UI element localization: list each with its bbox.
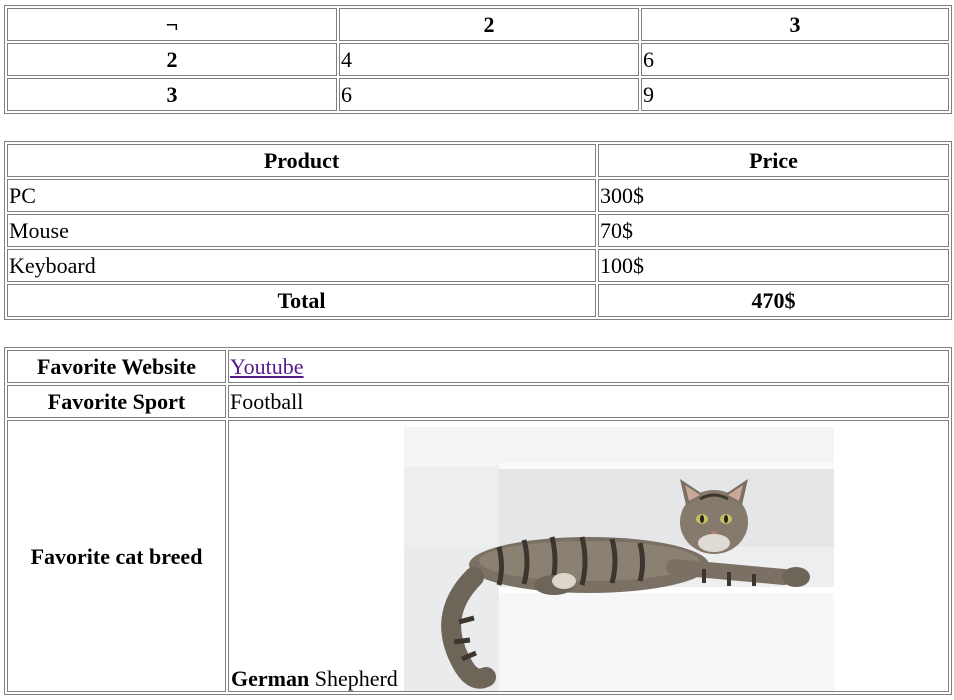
favorite-cat-cell: German Shepherd xyxy=(228,420,949,692)
total-label-cell: Total xyxy=(7,284,596,317)
row-header-cell: 3 xyxy=(7,78,337,111)
total-value-cell: 470$ xyxy=(598,284,949,317)
product-header-cell: Product xyxy=(7,144,596,177)
favorite-website-label: Favorite Website xyxy=(7,350,226,383)
table-row: Keyboard 100$ xyxy=(7,249,949,282)
price-cell: 300$ xyxy=(598,179,949,212)
cat-caption-bold: German xyxy=(231,666,310,691)
table-row: Mouse 70$ xyxy=(7,214,949,247)
row-header-cell: 2 xyxy=(7,43,337,76)
table-header-row: ¬ 2 3 xyxy=(7,8,949,41)
favorite-website-cell: Youtube xyxy=(228,350,949,383)
corner-header-cell: ¬ xyxy=(7,8,337,41)
youtube-link[interactable]: Youtube xyxy=(230,354,304,379)
multiplication-table: ¬ 2 3 2 4 6 3 6 9 xyxy=(4,5,952,114)
table-cell: 9 xyxy=(641,78,949,111)
price-table: Product Price PC 300$ Mouse 70$ Keyboard… xyxy=(4,141,952,320)
table-header-row: Product Price xyxy=(7,144,949,177)
table-row: PC 300$ xyxy=(7,179,949,212)
product-cell: PC xyxy=(7,179,596,212)
favorite-cat-label: Favorite cat breed xyxy=(7,420,226,692)
price-cell: 100$ xyxy=(598,249,949,282)
product-cell: Keyboard xyxy=(7,249,596,282)
price-cell: 70$ xyxy=(598,214,949,247)
favorite-sport-label: Favorite Sport xyxy=(7,385,226,418)
table-row: 3 6 9 xyxy=(7,78,949,111)
price-header-cell: Price xyxy=(598,144,949,177)
table-row: Favorite Website Youtube xyxy=(7,350,949,383)
product-cell: Mouse xyxy=(7,214,596,247)
table-cell: 6 xyxy=(339,78,639,111)
tabby-cat-image xyxy=(403,427,834,691)
column-header-cell: 2 xyxy=(339,8,639,41)
table-row: Favorite Sport Football xyxy=(7,385,949,418)
favorite-sport-value: Football xyxy=(228,385,949,418)
column-header-cell: 3 xyxy=(641,8,949,41)
favorites-table: Favorite Website Youtube Favorite Sport … xyxy=(4,347,952,695)
table-cell: 6 xyxy=(641,43,949,76)
total-row: Total 470$ xyxy=(7,284,949,317)
table-cell: 4 xyxy=(339,43,639,76)
table-row: 2 4 6 xyxy=(7,43,949,76)
cat-caption-normal: Shepherd xyxy=(314,666,398,691)
table-row: Favorite cat breed German Shepherd xyxy=(7,420,949,692)
